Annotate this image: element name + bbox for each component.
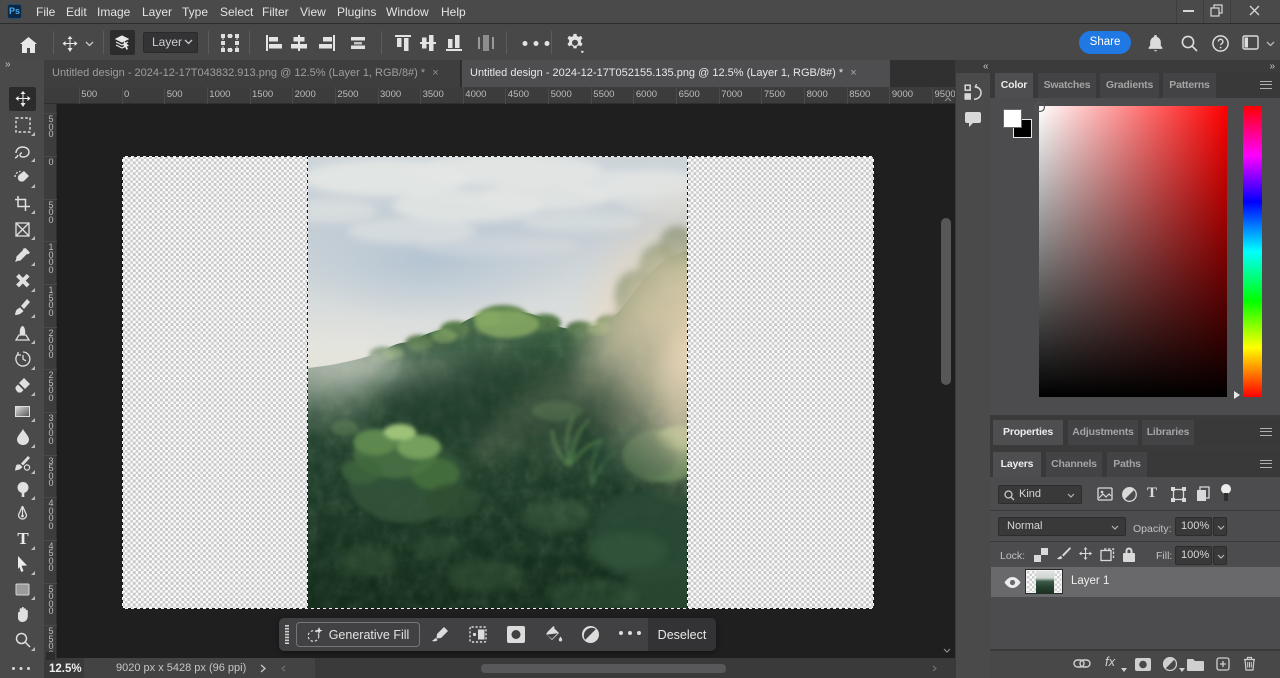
svg-text:T: T — [17, 531, 29, 547]
